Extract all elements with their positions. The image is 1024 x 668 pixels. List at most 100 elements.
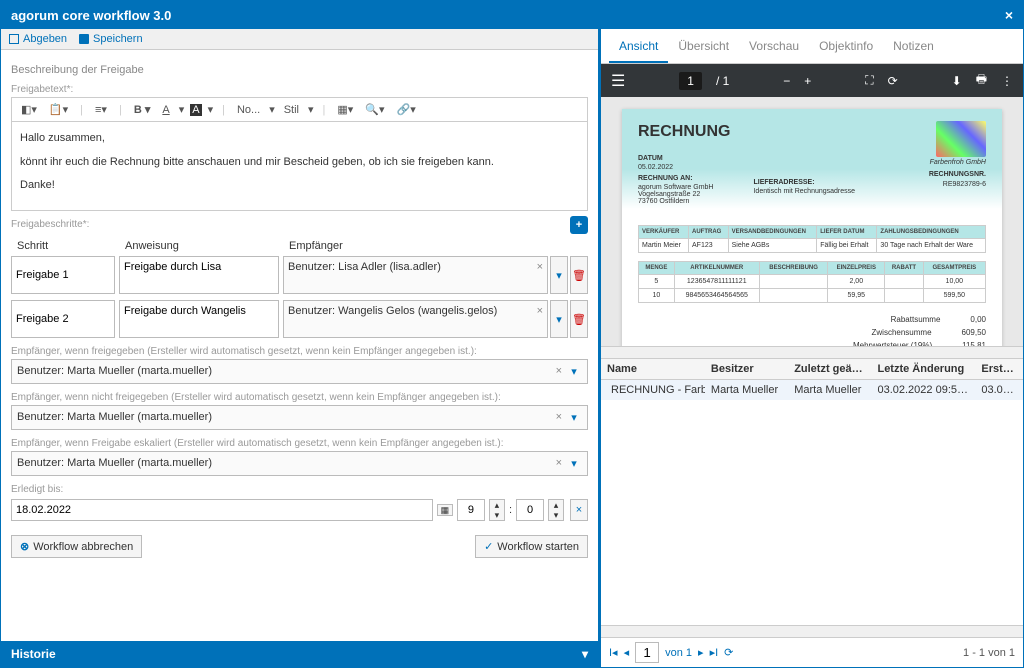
bold-icon[interactable]: B ▾ xyxy=(131,102,154,117)
save-button[interactable]: Speichern xyxy=(79,33,143,45)
delete-step-icon[interactable]: 🗑 xyxy=(570,256,588,294)
recipient-approved-field[interactable]: Benutzer: Marta Mueller (marta.mueller)×… xyxy=(11,359,588,384)
chevron-down-icon[interactable]: ▾ xyxy=(566,411,582,424)
fit-icon[interactable]: ⛶ xyxy=(865,73,873,88)
first-page-icon[interactable]: I◂ xyxy=(609,646,618,659)
refresh-icon[interactable]: ⟳ xyxy=(724,646,733,659)
horizontal-scrollbar[interactable] xyxy=(601,625,1023,637)
chevron-down-icon: ▾ xyxy=(582,647,588,661)
tab-notizen[interactable]: Notizen xyxy=(883,29,944,63)
steps-header: Schritt Anweisung Empfänger xyxy=(11,236,588,256)
clear-icon[interactable]: × xyxy=(556,365,562,378)
freigabeschritte-label: Freigabeschritte*: xyxy=(11,219,588,230)
freigabetext-label: Freigabetext*: xyxy=(11,84,588,95)
submit-icon xyxy=(9,34,19,44)
file-list: Name Besitzer Zuletzt geändert dur Letzt… xyxy=(601,358,1023,400)
tab-objektinfo[interactable]: Objektinfo xyxy=(809,29,883,63)
page-input[interactable] xyxy=(635,642,659,663)
recipient-escalated-field[interactable]: Benutzer: Marta Mueller (marta.mueller)×… xyxy=(11,451,588,476)
pdf-toolbar: ☰ 1 / 1 − + ⛶ ⟳ ⬇ 🖶 ⋮ xyxy=(601,64,1023,97)
window-title: agorum core workflow 3.0 xyxy=(11,8,171,23)
step-instruction-input[interactable] xyxy=(119,256,279,294)
pdf-preview[interactable]: RECHNUNG Farbenfroh GmbH RECHNUNGSNR. RE… xyxy=(601,97,1023,346)
due-minute-input[interactable] xyxy=(516,499,544,521)
document-page: RECHNUNG Farbenfroh GmbH RECHNUNGSNR. RE… xyxy=(622,109,1002,346)
calendar-icon[interactable]: ▦ xyxy=(437,504,453,516)
tab-ansicht[interactable]: Ansicht xyxy=(609,29,668,63)
print-icon[interactable]: 🖶 xyxy=(976,70,987,91)
submit-button[interactable]: Abgeben xyxy=(9,33,67,45)
col-created[interactable]: Erstelld xyxy=(975,359,1023,379)
horizontal-scrollbar[interactable] xyxy=(601,346,1023,358)
search-icon[interactable]: 🔍▾ xyxy=(362,102,387,117)
hour-spinner[interactable]: ▴▾ xyxy=(489,499,505,521)
col-owner[interactable]: Besitzer xyxy=(705,359,788,379)
invoice-totals: Rabattsumme0,00 Zwischensumme609,50 Mehr… xyxy=(638,313,986,346)
add-step-button[interactable]: + xyxy=(570,216,588,234)
historie-bar[interactable]: Historie ▾ xyxy=(1,641,598,667)
prev-page-icon[interactable]: ◂ xyxy=(624,646,630,659)
invoice-title: RECHNUNG xyxy=(638,123,986,141)
format-select[interactable]: No... xyxy=(234,103,263,117)
style-select[interactable]: Stil xyxy=(281,103,302,117)
paste-icon[interactable]: 📋▾ xyxy=(46,102,71,117)
due-date-input[interactable] xyxy=(11,499,433,521)
save-icon xyxy=(79,34,89,44)
minute-spinner[interactable]: ▴▾ xyxy=(548,499,564,521)
step-instruction-input[interactable] xyxy=(119,300,279,338)
source-icon[interactable]: ◧▾ xyxy=(18,102,40,117)
preview-tabs: Ansicht Übersicht Vorschau Objektinfo No… xyxy=(601,29,1023,64)
step-row: Benutzer: Lisa Adler (lisa.adler)× ▾ 🗑 xyxy=(11,256,588,294)
company-logo xyxy=(936,121,986,157)
step-recipient-field[interactable]: Benutzer: Wangelis Gelos (wangelis.gelos… xyxy=(283,300,548,338)
col-name[interactable]: Name xyxy=(601,359,705,379)
clear-date-icon[interactable]: × xyxy=(570,499,588,521)
check-icon: ✓ xyxy=(484,540,493,553)
underline-icon[interactable]: A xyxy=(159,103,172,117)
file-row[interactable]: RECHNUNG - Farbenfr... Marta Mueller Mar… xyxy=(601,380,1023,400)
clear-icon[interactable]: × xyxy=(556,457,562,470)
page-input[interactable]: 1 xyxy=(679,72,702,90)
richtext-editor[interactable]: Hallo zusammen, könnt ihr euch die Rechn… xyxy=(11,121,588,211)
page-total: / 1 xyxy=(716,74,729,88)
cancel-workflow-button[interactable]: ⊗Workflow abbrechen xyxy=(11,535,142,558)
bgcolor-icon[interactable]: A xyxy=(190,104,201,116)
rotate-icon[interactable]: ⟳ xyxy=(888,74,898,88)
due-hour-input[interactable] xyxy=(457,499,485,521)
link-icon[interactable]: 🔗▾ xyxy=(394,102,419,117)
delete-step-icon[interactable]: 🗑 xyxy=(570,300,588,338)
list-icon[interactable]: ≡▾ xyxy=(92,102,110,117)
pager-status: 1 - 1 von 1 xyxy=(963,647,1015,659)
start-workflow-button[interactable]: ✓Workflow starten xyxy=(475,535,588,558)
tab-uebersicht[interactable]: Übersicht xyxy=(668,29,739,63)
menu-icon[interactable]: ☰ xyxy=(611,71,625,91)
more-icon[interactable]: ⋮ xyxy=(1001,74,1013,88)
download-icon[interactable]: ⬇ xyxy=(952,74,962,88)
step-name-input[interactable] xyxy=(11,300,115,338)
line-items-table: MENGEARTIKELNUMMERBESCHREIBUNGEINZELPREI… xyxy=(638,261,986,303)
tab-vorschau[interactable]: Vorschau xyxy=(739,29,809,63)
chevron-down-icon[interactable]: ▾ xyxy=(566,365,582,378)
last-page-icon[interactable]: ▸I xyxy=(710,646,719,659)
step-name-input[interactable] xyxy=(11,256,115,294)
form-toolbar: Abgeben Speichern xyxy=(1,29,598,50)
zoom-in-icon[interactable]: + xyxy=(804,74,811,88)
next-page-icon[interactable]: ▸ xyxy=(698,646,704,659)
step-recipient-field[interactable]: Benutzer: Lisa Adler (lisa.adler)× xyxy=(283,256,548,294)
table-icon[interactable]: ▦▾ xyxy=(334,102,356,117)
recipient-rejected-label: Empfänger, wenn nicht freigegeben (Erste… xyxy=(11,392,588,403)
close-icon[interactable]: × xyxy=(1005,7,1013,23)
col-modified-date[interactable]: Letzte Änderung xyxy=(871,359,975,379)
recipient-escalated-label: Empfänger, wenn Freigabe eskaliert (Erst… xyxy=(11,438,588,449)
due-date-label: Erledigt bis: xyxy=(11,484,588,495)
recipient-rejected-field[interactable]: Benutzer: Marta Mueller (marta.mueller)×… xyxy=(11,405,588,430)
clear-icon[interactable]: × xyxy=(537,305,543,317)
col-modified-by[interactable]: Zuletzt geändert dur xyxy=(788,359,871,379)
chevron-down-icon[interactable]: ▾ xyxy=(550,256,568,294)
chevron-down-icon[interactable]: ▾ xyxy=(566,457,582,470)
chevron-down-icon[interactable]: ▾ xyxy=(550,300,568,338)
clear-icon[interactable]: × xyxy=(556,411,562,424)
clear-icon[interactable]: × xyxy=(537,261,543,273)
section-title: Beschreibung der Freigabe xyxy=(11,64,588,76)
zoom-out-icon[interactable]: − xyxy=(783,74,790,88)
